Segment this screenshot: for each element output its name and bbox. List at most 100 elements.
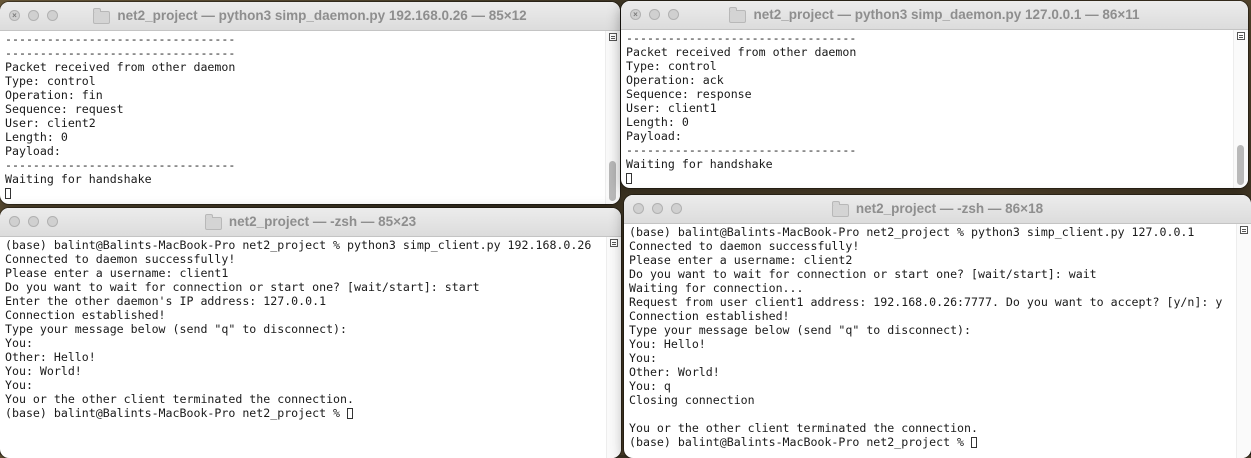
output-line: You: [5, 378, 33, 392]
terminal-window-zsh-client1[interactable]: net2_project — -zsh — 85×23 (base) balin… [0, 208, 621, 458]
terminal-output[interactable]: (base) balint@Balints-MacBook-Pro net2_p… [0, 237, 607, 458]
cursor-line [5, 186, 601, 200]
minimize-button[interactable] [652, 203, 663, 214]
zoom-button[interactable] [47, 10, 58, 21]
output-line: Do you want to wait for connection or st… [5, 280, 480, 294]
output-line: You: [629, 351, 657, 365]
minimize-button[interactable] [649, 9, 660, 20]
window-title: net2_project — python3 simp_daemon.py 12… [753, 7, 1140, 22]
close-button[interactable] [9, 216, 20, 227]
output-line: You or the other client terminated the c… [5, 392, 355, 406]
terminal-window-zsh-client2[interactable]: net2_project — -zsh — 86×18 (base) balin… [624, 195, 1251, 458]
output-line: Waiting for handshake [626, 157, 773, 171]
output-line: --------------------------------- [626, 31, 857, 45]
window-title: net2_project — -zsh — 85×23 [228, 214, 417, 229]
output-line: You: Hello! [629, 337, 706, 351]
output-line: Connection established! [5, 308, 166, 322]
output-line: Request from user client1 address: 192.1… [629, 295, 1223, 309]
scrollbar[interactable] [1236, 224, 1251, 458]
marks-icon[interactable] [610, 239, 618, 247]
output-line: --------------------------------- [5, 46, 236, 60]
output-line: You or the other client terminated the c… [629, 421, 979, 435]
text-cursor [971, 437, 978, 448]
output-line: Type: control [5, 74, 96, 88]
output-line: Enter the other daemon's IP address: 127… [5, 294, 327, 308]
output-line: User: client1 [626, 101, 717, 115]
output-line: Type: control [626, 59, 717, 73]
output-line: Length: 0 [5, 130, 68, 144]
folder-icon [729, 6, 747, 23]
output-line: Closing connection [629, 393, 755, 407]
output-line: Do you want to wait for connection or st… [629, 267, 1097, 281]
marks-icon[interactable] [609, 33, 617, 41]
output-line: Connected to daemon successfully! [5, 252, 236, 266]
output-line: --------------------------------- [5, 32, 236, 46]
scrollbar[interactable] [606, 237, 621, 458]
text-cursor [347, 408, 354, 419]
output-line: --------------------------------- [5, 158, 236, 172]
output-line: You: q [629, 379, 671, 393]
output-line: (base) balint@Balints-MacBook-Pro net2_p… [629, 225, 1195, 239]
close-button[interactable]: × [9, 10, 20, 21]
close-icon: × [12, 11, 17, 20]
terminal-window-daemon-192[interactable]: × net2_project — python3 simp_daemon.py … [0, 2, 620, 204]
terminal-output[interactable]: --------------------------------- ------… [0, 31, 606, 204]
text-cursor [5, 188, 11, 199]
folder-icon [204, 213, 222, 230]
output-line: Operation: ack [626, 73, 724, 87]
output-line: Connected to daemon successfully! [629, 239, 860, 253]
output-line: Other: World! [629, 365, 720, 379]
terminal-output[interactable]: (base) balint@Balints-MacBook-Pro net2_p… [624, 224, 1237, 458]
cursor-line [626, 171, 1229, 185]
zoom-button[interactable] [671, 203, 682, 214]
scroll-thumb[interactable] [1237, 145, 1244, 185]
output-line: User: client2 [5, 116, 96, 130]
prompt-line: (base) balint@Balints-MacBook-Pro net2_p… [629, 435, 1232, 449]
output-line: Sequence: request [5, 102, 124, 116]
output-line: Payload: [5, 144, 61, 158]
output-line: --------------------------------- [626, 143, 857, 157]
output-line: Packet received from other daemon [5, 60, 236, 74]
close-button[interactable] [633, 203, 644, 214]
output-line: Operation: fin [5, 88, 103, 102]
folder-icon [93, 7, 111, 24]
shell-prompt: (base) balint@Balints-MacBook-Pro net2_p… [629, 435, 972, 449]
minimize-button[interactable] [28, 216, 39, 227]
text-cursor [626, 173, 632, 184]
titlebar[interactable]: × net2_project — python3 simp_daemon.py … [0, 2, 620, 31]
window-title: net2_project — python3 simp_daemon.py 19… [117, 8, 527, 23]
output-line: Type your message below (send "q" to dis… [629, 323, 972, 337]
output-line: Sequence: response [626, 87, 752, 101]
scroll-thumb[interactable] [609, 161, 616, 201]
shell-prompt: (base) balint@Balints-MacBook-Pro net2_p… [5, 406, 348, 420]
output-line: Waiting for handshake [5, 172, 152, 186]
output-line: Connection established! [629, 309, 790, 323]
minimize-button[interactable] [28, 10, 39, 21]
zoom-button[interactable] [47, 216, 58, 227]
titlebar[interactable]: net2_project — -zsh — 86×18 [624, 195, 1251, 224]
zoom-button[interactable] [668, 9, 679, 20]
output-line: Payload: [626, 129, 682, 143]
output-line: Other: Hello! [5, 350, 96, 364]
output-line: Packet received from other daemon [626, 45, 857, 59]
output-line: Please enter a username: client1 [5, 266, 229, 280]
output-line: You: World! [5, 364, 82, 378]
scrollbar[interactable] [1233, 30, 1248, 188]
scrollbar[interactable] [605, 31, 620, 204]
output-line: You: [5, 336, 33, 350]
output-line: Waiting for connection... [629, 281, 804, 295]
marks-icon[interactable] [1240, 226, 1248, 234]
marks-icon[interactable] [1237, 32, 1245, 40]
terminal-output[interactable]: --------------------------------- Packet… [621, 30, 1234, 188]
window-title: net2_project — -zsh — 86×18 [855, 201, 1044, 216]
titlebar[interactable]: × net2_project — python3 simp_daemon.py … [621, 1, 1248, 30]
prompt-line: (base) balint@Balints-MacBook-Pro net2_p… [5, 406, 602, 420]
close-icon: × [633, 10, 638, 19]
titlebar[interactable]: net2_project — -zsh — 85×23 [0, 208, 621, 237]
close-button[interactable]: × [630, 9, 641, 20]
output-line: Please enter a username: client2 [629, 253, 853, 267]
output-line: Length: 0 [626, 115, 689, 129]
terminal-window-daemon-127[interactable]: × net2_project — python3 simp_daemon.py … [621, 1, 1248, 188]
folder-icon [831, 200, 849, 217]
